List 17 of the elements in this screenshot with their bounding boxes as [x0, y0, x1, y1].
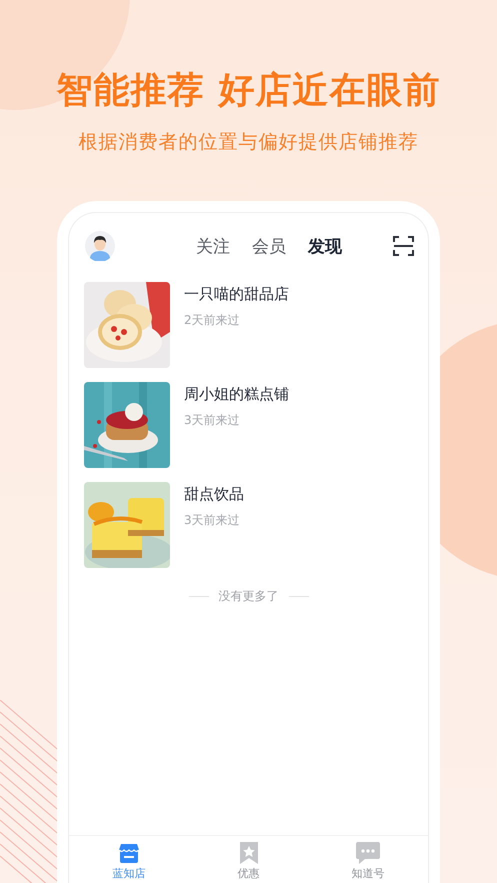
visit-time: 3天前来过	[184, 512, 241, 529]
visit-time: 3天前来过	[184, 412, 241, 429]
bookmark-star-icon	[238, 842, 260, 864]
tab[interactable]: 发现	[308, 234, 342, 258]
store-icon	[118, 842, 140, 864]
chat-icon	[356, 842, 380, 864]
visit-time: 2天前来过	[184, 312, 241, 329]
end-of-list-note: 没有更多了	[218, 588, 278, 605]
tab[interactable]: 会员	[252, 234, 286, 258]
tab[interactable]: 关注	[196, 234, 230, 258]
scan-icon[interactable]	[393, 236, 414, 256]
shop-name[interactable]: 一只喵的甜品店	[184, 285, 289, 304]
headline: 智能推荐 好店近在眼前	[56, 69, 440, 113]
subtitle: 根据消费者的位置与偏好提供店铺推荐	[78, 130, 418, 155]
avatar-icon[interactable]	[85, 231, 115, 261]
shop-name[interactable]: 周小姐的糕点铺	[184, 385, 289, 404]
shop-name[interactable]: 甜点饮品	[184, 485, 244, 504]
